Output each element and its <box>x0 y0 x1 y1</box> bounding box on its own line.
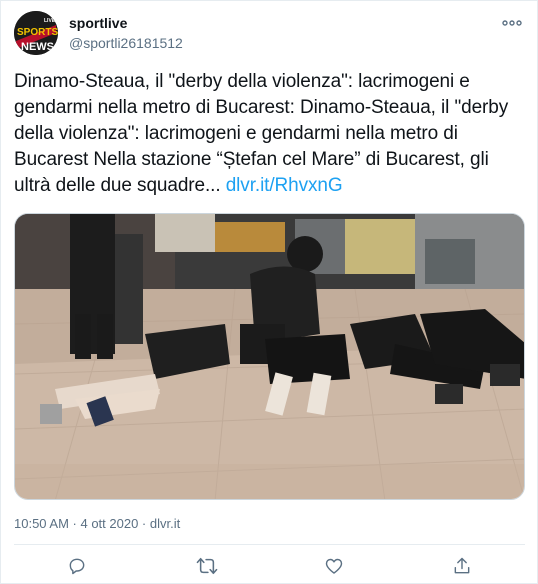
tweet-link[interactable]: dlvr.it/RhvxnG <box>226 175 343 196</box>
tweet-photo[interactable] <box>14 213 525 500</box>
author-name[interactable]: sportlive <box>69 15 127 31</box>
avatar-news-text: NEWS <box>21 41 54 53</box>
avatar-sports-text: SPORTS <box>17 27 58 38</box>
author-handle[interactable]: @sportli26181512 <box>69 35 183 51</box>
share-icon <box>454 557 470 574</box>
tweet-text: Dinamo-Steaua, il "derby della violenza"… <box>14 69 529 199</box>
tweet-timestamp[interactable]: 10:50 AM · 4 ott 2020 · dlvr.it <box>14 516 180 531</box>
like-button[interactable] <box>321 553 347 579</box>
action-bar <box>1 553 538 579</box>
share-button[interactable] <box>449 553 475 579</box>
avatar-live-text: LIVE <box>44 18 56 24</box>
retweet-icon <box>196 557 218 575</box>
tweet-card[interactable]: LIVE SPORTS NEWS sportlive @sportli26181… <box>0 0 538 584</box>
reply-icon <box>69 558 85 575</box>
like-icon <box>325 558 343 574</box>
actions-divider <box>14 544 525 545</box>
reply-button[interactable] <box>64 553 90 579</box>
retweet-button[interactable] <box>194 553 220 579</box>
avatar[interactable]: LIVE SPORTS NEWS <box>14 11 58 55</box>
more-options-icon[interactable] <box>499 13 525 33</box>
